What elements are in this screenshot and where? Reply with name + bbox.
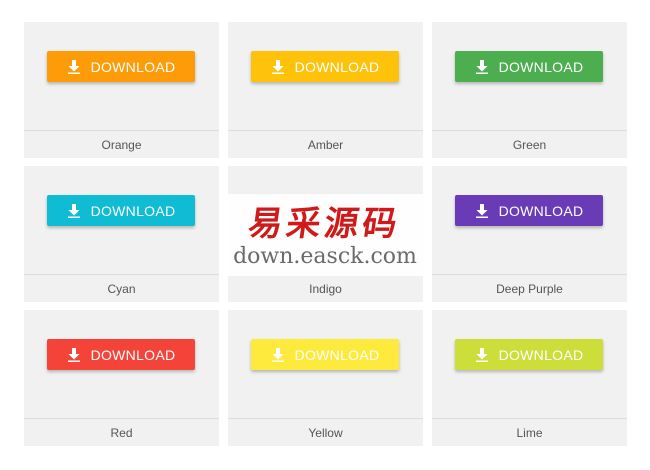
download-icon bbox=[475, 203, 489, 218]
card-green: DOWNLOAD Green bbox=[432, 22, 627, 158]
download-button-red[interactable]: DOWNLOAD bbox=[47, 339, 195, 370]
download-icon bbox=[67, 203, 81, 218]
card-color-name: Green bbox=[512, 137, 547, 152]
card-color-name: Yellow bbox=[308, 425, 343, 440]
download-button-deep-purple[interactable]: DOWNLOAD bbox=[455, 195, 603, 226]
download-button-orange[interactable]: DOWNLOAD bbox=[47, 51, 195, 82]
card-lime: DOWNLOAD Lime bbox=[432, 310, 627, 446]
card-amber: DOWNLOAD Amber bbox=[228, 22, 423, 158]
card-color-name: Indigo bbox=[309, 281, 342, 296]
card-orange: DOWNLOAD Orange bbox=[24, 22, 219, 158]
card-cyan: DOWNLOAD Cyan bbox=[24, 166, 219, 302]
download-button-amber[interactable]: DOWNLOAD bbox=[251, 51, 399, 82]
download-icon bbox=[271, 347, 285, 362]
watermark-chinese-text: 易采源码 bbox=[245, 204, 404, 244]
download-button-label: DOWNLOAD bbox=[90, 58, 176, 75]
card-deep-purple: DOWNLOAD Deep Purple bbox=[432, 166, 627, 302]
download-button-yellow[interactable]: DOWNLOAD bbox=[251, 339, 399, 370]
watermark: 易采源码 down.easck.com bbox=[222, 194, 428, 276]
download-button-label: DOWNLOAD bbox=[90, 202, 176, 219]
card-color-name: Red bbox=[110, 425, 133, 440]
download-button-cyan[interactable]: DOWNLOAD bbox=[47, 195, 195, 226]
download-button-label: DOWNLOAD bbox=[498, 58, 584, 75]
download-button-label: DOWNLOAD bbox=[498, 202, 584, 219]
download-icon bbox=[475, 59, 489, 74]
card-color-name: Amber bbox=[307, 137, 344, 152]
card-red: DOWNLOAD Red bbox=[24, 310, 219, 446]
download-button-lime[interactable]: DOWNLOAD bbox=[455, 339, 603, 370]
card-color-name: Lime bbox=[516, 425, 543, 440]
download-icon bbox=[67, 347, 81, 362]
download-icon bbox=[475, 347, 489, 362]
download-icon bbox=[67, 59, 81, 74]
download-button-green[interactable]: DOWNLOAD bbox=[455, 51, 603, 82]
download-button-label: DOWNLOAD bbox=[498, 346, 584, 363]
watermark-url-text: down.easck.com bbox=[233, 244, 417, 269]
download-icon bbox=[271, 59, 285, 74]
download-button-label: DOWNLOAD bbox=[294, 346, 380, 363]
download-button-label: DOWNLOAD bbox=[90, 346, 176, 363]
card-color-name: Deep Purple bbox=[496, 281, 563, 296]
card-color-name: Orange bbox=[101, 137, 142, 152]
card-yellow: DOWNLOAD Yellow bbox=[228, 310, 423, 446]
card-color-name: Cyan bbox=[107, 281, 136, 296]
download-button-label: DOWNLOAD bbox=[294, 58, 380, 75]
